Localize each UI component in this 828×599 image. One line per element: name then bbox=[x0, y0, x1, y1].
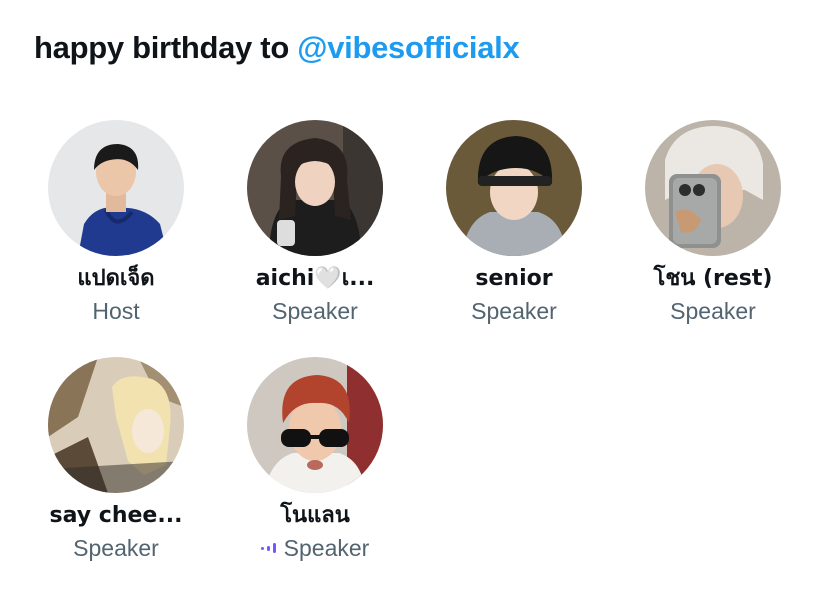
participant-card[interactable]: senior Speaker bbox=[414, 120, 614, 324]
participant-role: Host bbox=[16, 298, 216, 324]
participant-role-label: Speaker bbox=[471, 298, 557, 324]
participant-role-label: Speaker bbox=[73, 535, 159, 561]
participant-role-label: Speaker bbox=[272, 298, 358, 324]
avatar[interactable] bbox=[247, 357, 383, 493]
participant-role-label: Speaker bbox=[283, 535, 370, 561]
participant-role-label: Host bbox=[92, 298, 140, 324]
participant-card[interactable]: โนแลน Speaker bbox=[215, 357, 415, 561]
participant-role: Speaker bbox=[414, 298, 614, 324]
participant-card[interactable]: say chee... Speaker bbox=[16, 357, 216, 561]
mention-link[interactable]: @vibesofficialx bbox=[297, 30, 519, 65]
participant-role-label: Speaker bbox=[670, 298, 756, 324]
participant-role: Speaker bbox=[613, 298, 813, 324]
participant-name: โชน (rest) bbox=[653, 266, 773, 291]
space-title: happy birthday to @vibesofficialx bbox=[34, 30, 520, 66]
avatar[interactable] bbox=[247, 120, 383, 256]
participant-card[interactable]: aichi🤍เ... Speaker bbox=[215, 120, 415, 324]
participant-card[interactable]: โชน (rest) Speaker bbox=[613, 120, 813, 324]
participant-name: say chee... bbox=[49, 503, 183, 528]
participant-role: Speaker bbox=[16, 535, 216, 561]
participant-role: Speaker bbox=[215, 535, 415, 561]
avatar[interactable] bbox=[446, 120, 582, 256]
participant-name: โนแลน bbox=[280, 503, 350, 528]
speaking-icon bbox=[260, 543, 276, 553]
avatar[interactable] bbox=[48, 357, 184, 493]
participant-name: aichi🤍เ... bbox=[255, 266, 375, 291]
avatar[interactable] bbox=[48, 120, 184, 256]
participant-name: แปดเจ็ด bbox=[77, 266, 155, 291]
participant-name: senior bbox=[475, 266, 553, 291]
participant-card[interactable]: แปดเจ็ด Host bbox=[16, 120, 216, 324]
space-title-prefix: happy birthday to bbox=[34, 30, 298, 65]
avatar[interactable] bbox=[645, 120, 781, 256]
participant-role: Speaker bbox=[215, 298, 415, 324]
